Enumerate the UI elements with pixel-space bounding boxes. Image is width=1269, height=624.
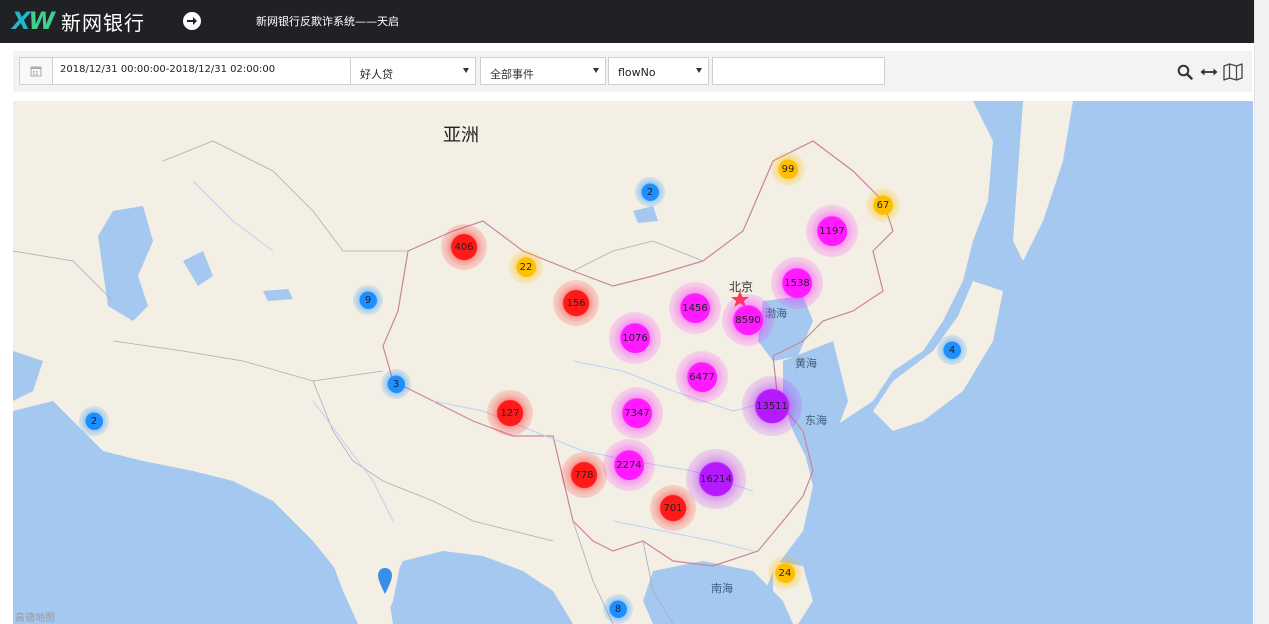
sea-label-south-sea: 南海 [711, 582, 733, 595]
cluster-count: 6477 [689, 371, 715, 383]
cluster-count: 67 [876, 199, 890, 211]
event-cluster-marker[interactable]: 3 [381, 369, 411, 399]
sea-label-yellow-sea: 黄海 [795, 357, 817, 370]
cluster-count: 701 [663, 502, 683, 514]
filter-toolbar: 2018/12/31 00:00:00-2018/12/31 02:00:00 … [13, 51, 1252, 92]
field-select[interactable]: flowNo [608, 57, 709, 85]
product-select-value: 好人贷 [360, 68, 393, 81]
event-cluster-marker[interactable]: 67 [866, 188, 900, 222]
cluster-count: 8590 [735, 314, 761, 326]
cluster-count: 156 [566, 297, 586, 309]
date-range-picker[interactable]: 2018/12/31 00:00:00-2018/12/31 02:00:00 [19, 57, 359, 85]
event-cluster-marker[interactable]: 24 [768, 556, 802, 590]
event-heat-map[interactable]: 亚洲 北京 渤海 黄海 东海 南海 2 99 67 1197 406 22 9 156 1456… [13, 101, 1253, 624]
cluster-count: 22 [519, 261, 533, 273]
location-pin-icon[interactable] [377, 567, 393, 595]
event-cluster-marker[interactable]: 13511 [742, 376, 802, 436]
chevron-down-icon [593, 68, 599, 73]
event-cluster-marker[interactable]: 8 [603, 594, 633, 624]
region-label-asia: 亚洲 [443, 125, 479, 146]
event-cluster-marker[interactable]: 2 [635, 177, 665, 207]
cluster-count: 2 [646, 186, 654, 198]
cluster-count: 24 [778, 567, 792, 579]
brand-logo[interactable]: XW 新网银行 [12, 7, 145, 35]
cluster-count: 99 [781, 163, 795, 175]
top-navigation-bar: XW 新网银行 新网银行反欺诈系统——天启 [0, 0, 1269, 43]
event-cluster-marker[interactable]: 4 [937, 335, 967, 365]
chevron-down-icon [696, 68, 702, 73]
cluster-count: 4 [948, 344, 956, 356]
system-title: 新网银行反欺诈系统——天启 [256, 15, 399, 28]
event-cluster-marker[interactable]: 156 [553, 280, 599, 326]
event-cluster-marker[interactable]: 1456 [669, 282, 721, 334]
event-cluster-marker[interactable]: 2 [79, 406, 109, 436]
event-cluster-marker[interactable]: 406 [441, 224, 487, 270]
event-cluster-marker[interactable]: 6477 [676, 351, 728, 403]
cluster-count: 406 [454, 241, 474, 253]
chevron-down-icon [463, 68, 469, 73]
event-cluster-marker[interactable]: 127 [487, 390, 533, 436]
cluster-count: 13511 [756, 400, 788, 412]
cluster-count: 127 [500, 407, 520, 419]
event-cluster-marker[interactable]: 16214 [686, 449, 746, 509]
event-cluster-marker[interactable]: 7347 [611, 387, 663, 439]
cluster-count: 8 [614, 603, 622, 615]
cluster-count: 3 [392, 378, 400, 390]
cluster-count: 2274 [616, 459, 642, 471]
search-icon[interactable] [1175, 62, 1195, 82]
cluster-count: 9 [364, 294, 372, 306]
field-select-value: flowNo [618, 66, 656, 79]
cluster-count: 1076 [622, 332, 648, 344]
event-cluster-marker[interactable]: 778 [561, 452, 607, 498]
arrow-right-circle-icon[interactable] [183, 12, 201, 30]
event-select-value: 全部事件 [490, 68, 534, 81]
logo-mark: XW [12, 7, 55, 35]
event-select[interactable]: 全部事件 [480, 57, 606, 85]
cluster-count: 16214 [700, 473, 732, 485]
event-cluster-marker[interactable]: 22 [509, 250, 543, 284]
city-label-beijing: 北京 [729, 280, 754, 294]
search-input[interactable] [712, 57, 885, 85]
cluster-count: 2 [90, 415, 98, 427]
page-scrollbar[interactable] [1254, 0, 1269, 624]
calendar-icon[interactable] [20, 58, 53, 84]
event-cluster-marker[interactable]: 701 [650, 485, 696, 531]
toolbar-actions [1175, 62, 1243, 82]
product-select[interactable]: 好人贷 [350, 57, 476, 85]
event-cluster-marker[interactable]: 8590 [722, 294, 774, 346]
brand-name: 新网银行 [61, 10, 145, 35]
arrows-horizontal-icon[interactable] [1199, 62, 1219, 82]
cluster-count: 1538 [784, 277, 810, 289]
event-cluster-marker[interactable]: 1197 [806, 205, 858, 257]
event-cluster-marker[interactable]: 2274 [603, 439, 655, 491]
event-cluster-marker[interactable]: 1538 [771, 257, 823, 309]
cluster-count: 7347 [624, 407, 650, 419]
date-range-value: 2018/12/31 00:00:00-2018/12/31 02:00:00 [60, 64, 276, 75]
cluster-count: 1456 [682, 302, 708, 314]
event-cluster-marker[interactable]: 99 [771, 152, 805, 186]
map-attribution: 高德地图 [15, 613, 55, 624]
cluster-count: 778 [574, 469, 594, 481]
cluster-count: 1197 [819, 225, 845, 237]
sea-label-east-sea: 东海 [805, 414, 827, 427]
map-icon[interactable] [1223, 62, 1243, 82]
event-cluster-marker[interactable]: 9 [353, 285, 383, 315]
event-cluster-marker[interactable]: 1076 [609, 312, 661, 364]
